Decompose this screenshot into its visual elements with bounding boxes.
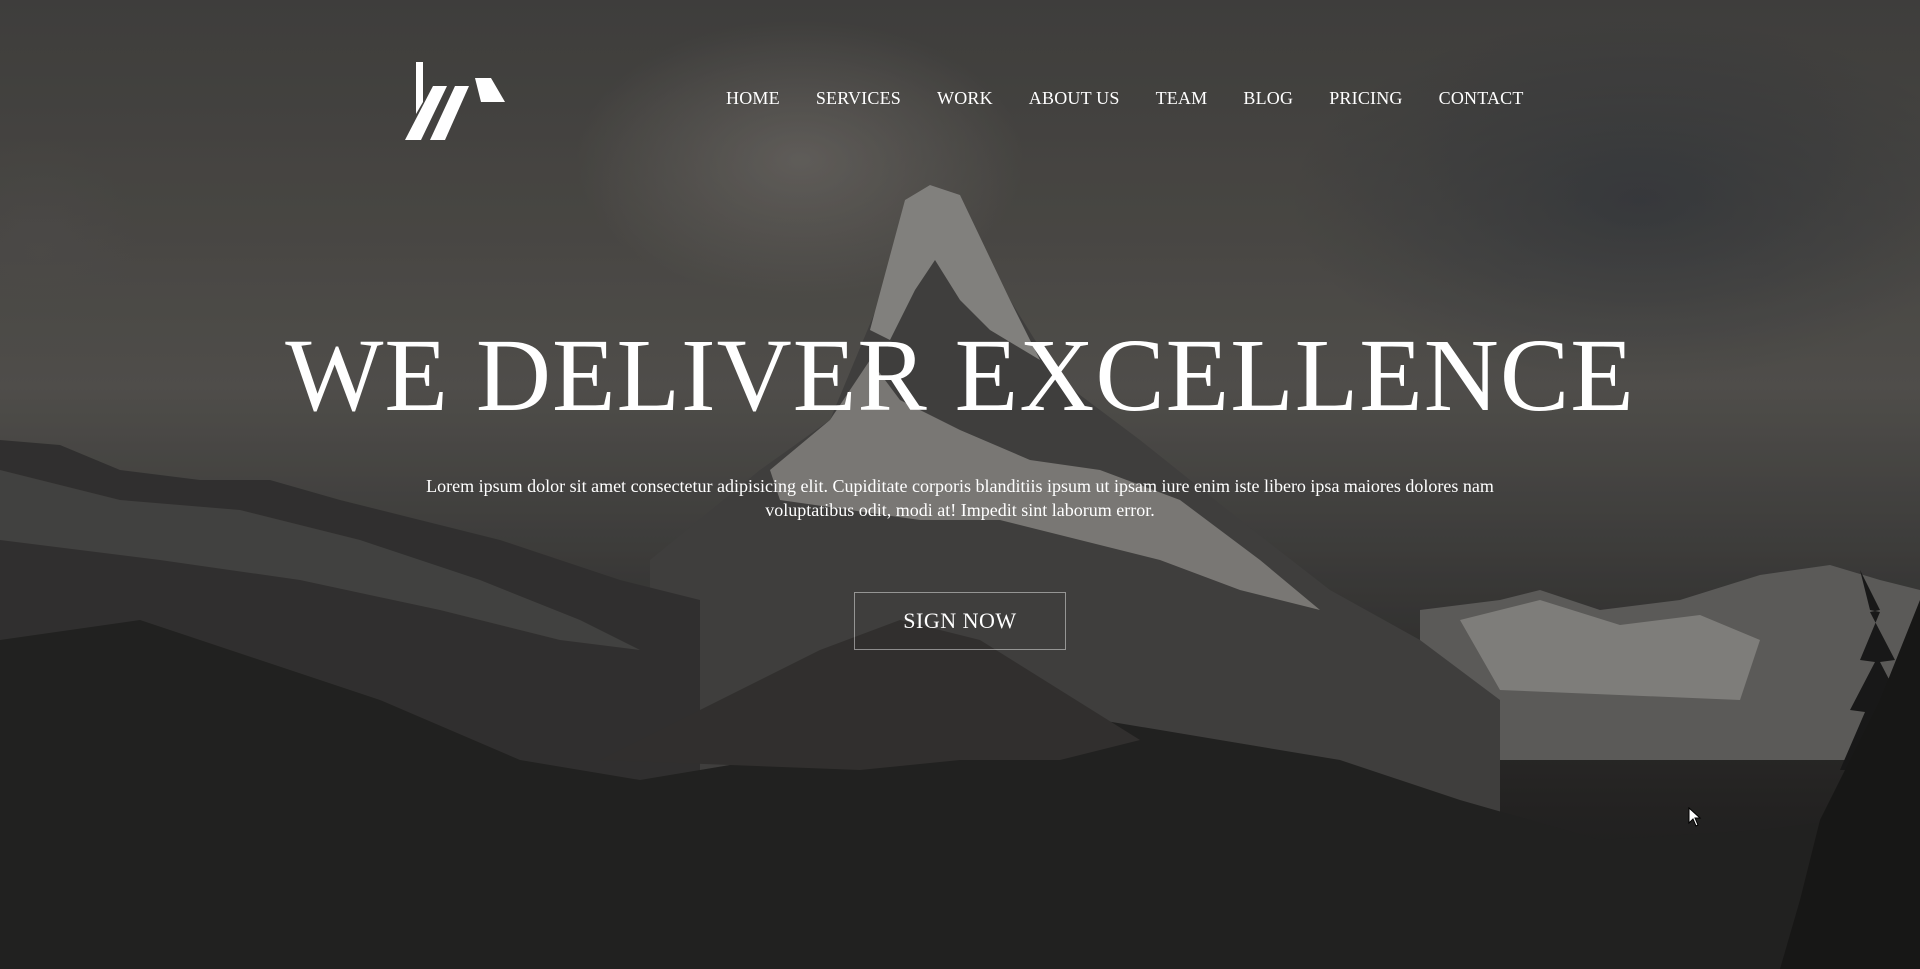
nav-item-services[interactable]: SERVICES [816,88,901,109]
nav-item-blog[interactable]: BLOG [1243,88,1293,109]
nav-item-work[interactable]: WORK [937,88,993,109]
nav-item-pricing[interactable]: PRICING [1329,88,1402,109]
hero-lead-text: Lorem ipsum dolor sit amet consectetur a… [426,476,1494,520]
sign-now-button[interactable]: SIGN NOW [854,592,1066,650]
nav-item-contact[interactable]: CONTACT [1439,88,1524,109]
nav-item-about-us[interactable]: ABOUT US [1029,88,1120,109]
hero-headline: WE DELIVER EXCELLENCE [285,318,1635,433]
nav-item-team[interactable]: TEAM [1156,88,1208,109]
brand-logo-icon[interactable] [405,62,505,140]
nav-item-home[interactable]: HOME [726,88,780,109]
hero-section: HOME SERVICES WORK ABOUT US TEAM BLOG PR… [0,0,1920,969]
mouse-cursor-icon [1688,807,1702,827]
main-navigation: HOME SERVICES WORK ABOUT US TEAM BLOG PR… [726,88,1524,109]
